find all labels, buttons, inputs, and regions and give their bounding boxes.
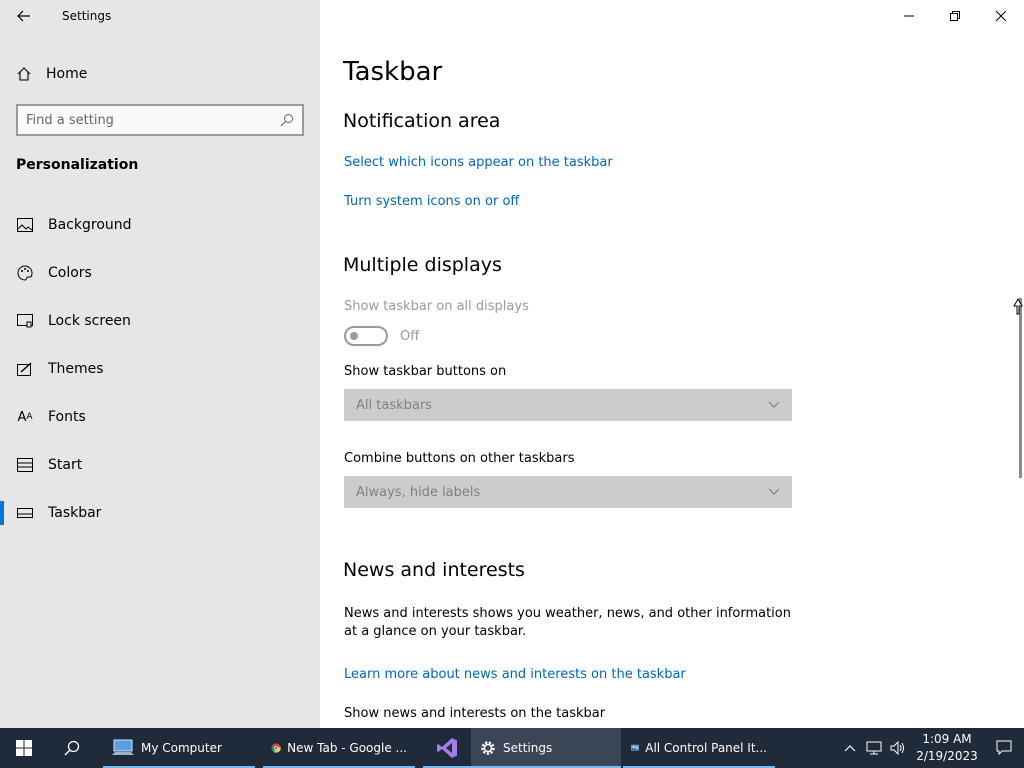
taskbar-clock[interactable]: 1:09 AM 2/19/2023: [910, 731, 984, 765]
taskbar-icon: [16, 504, 34, 522]
learn-more-link[interactable]: Learn more about news and interests on t…: [344, 667, 686, 682]
chevron-down-icon: [768, 401, 780, 408]
notification-area-heading: Notification area: [343, 110, 501, 132]
multiple-displays-heading: Multiple displays: [343, 254, 502, 276]
start-button[interactable]: [0, 728, 48, 768]
sidebar-item-themes[interactable]: Themes: [0, 354, 320, 384]
gear-icon: [481, 741, 495, 755]
scrollbar-thumb[interactable]: [1019, 298, 1022, 478]
network-icon: [866, 741, 882, 755]
volume-button[interactable]: [886, 728, 910, 768]
chevron-up-icon: [844, 745, 856, 752]
close-icon: [996, 11, 1006, 21]
main-content: Taskbar Notification area Select which i…: [320, 0, 1024, 728]
sidebar-item-taskbar[interactable]: Taskbar: [0, 498, 320, 528]
select-icons-link[interactable]: Select which icons appear on the taskbar: [344, 155, 613, 170]
taskbar-app-visual-studio[interactable]: [423, 728, 471, 768]
show-all-displays-label: Show taskbar on all displays: [344, 299, 529, 314]
visual-studio-icon: [437, 738, 457, 758]
search-input[interactable]: [26, 112, 280, 128]
news-description: News and interests shows you weather, ne…: [344, 606, 791, 639]
sidebar-item-fonts[interactable]: AA Fonts: [0, 402, 320, 432]
sidebar-item-label: Lock screen: [48, 313, 131, 329]
home-nav-item[interactable]: Home: [16, 63, 87, 85]
computer-icon: [112, 739, 134, 755]
taskbar-app-label: My Computer: [141, 741, 222, 755]
taskbar-app-label: All Control Panel It...: [645, 741, 767, 755]
sidebar: Settings Home Personalization Background…: [0, 0, 320, 728]
lock-screen-icon: [16, 312, 34, 330]
show-news-label: Show news and interests on the taskbar: [344, 706, 606, 721]
taskbar-app-control-panel[interactable]: All Control Panel It...: [623, 728, 775, 768]
combine-buttons-label: Combine buttons on other taskbars: [344, 451, 575, 466]
speaker-icon: [890, 741, 904, 755]
close-button[interactable]: [978, 0, 1024, 32]
taskbar-app-my-computer[interactable]: My Computer: [103, 728, 255, 768]
system-tray: 1:09 AM 2/19/2023: [838, 728, 1024, 768]
taskbar: My Computer New Tab - Google ... Setting…: [0, 728, 1024, 768]
home-icon: [17, 67, 31, 81]
taskbar-app-label: Settings: [503, 741, 553, 755]
control-panel-icon: [631, 744, 640, 751]
system-icons-link[interactable]: Turn system icons on or off: [344, 194, 519, 209]
show-all-displays-toggle[interactable]: [344, 326, 388, 346]
search-icon: [64, 740, 80, 756]
sidebar-item-label: Colors: [48, 265, 92, 281]
sidebar-item-colors[interactable]: Colors: [0, 258, 320, 288]
toggle-state-label: Off: [400, 329, 420, 344]
page-title: Taskbar: [343, 57, 443, 87]
back-arrow-icon: [17, 10, 30, 22]
themes-icon: [16, 360, 34, 378]
sidebar-item-background[interactable]: Background: [0, 210, 320, 240]
news-interests-heading: News and interests: [343, 559, 525, 581]
taskbar-search-button[interactable]: [48, 728, 96, 768]
sidebar-item-label: Start: [48, 457, 83, 473]
fonts-icon: AA: [17, 409, 33, 425]
restore-icon: [950, 11, 960, 21]
show-hidden-icons-button[interactable]: [838, 728, 862, 768]
section-label: Personalization: [16, 157, 139, 173]
sidebar-item-label: Themes: [48, 361, 104, 377]
combine-buttons-dropdown[interactable]: Always, hide labels: [344, 476, 792, 508]
restore-button[interactable]: [932, 0, 978, 32]
app-title: Settings: [62, 9, 112, 23]
action-center-button[interactable]: [984, 728, 1024, 768]
image-icon: [16, 216, 34, 234]
clock-date: 2/19/2023: [916, 749, 978, 763]
taskbar-app-settings[interactable]: Settings: [471, 728, 621, 768]
windows-logo-icon: [16, 740, 32, 756]
network-button[interactable]: [862, 728, 886, 768]
sidebar-item-start[interactable]: Start: [0, 450, 320, 480]
sidebar-item-label: Background: [48, 217, 132, 233]
taskbar-app-chrome[interactable]: New Tab - Google ...: [263, 728, 415, 768]
clock-time: 1:09 AM: [922, 732, 972, 746]
sidebar-item-lock-screen[interactable]: Lock screen: [0, 306, 320, 336]
chrome-icon: [271, 743, 281, 753]
home-label: Home: [46, 66, 88, 82]
start-icon: [16, 456, 34, 474]
buttons-on-dropdown[interactable]: All taskbars: [344, 389, 792, 421]
minimize-button[interactable]: [886, 0, 932, 32]
sidebar-item-label: Fonts: [48, 409, 86, 425]
mouse-cursor-icon: [1013, 298, 1023, 315]
window-controls: [886, 0, 1024, 32]
chevron-down-icon: [768, 488, 780, 495]
dropdown-value: All taskbars: [356, 397, 432, 413]
taskbar-app-label: New Tab - Google ...: [287, 741, 407, 755]
minimize-icon: [904, 15, 914, 17]
search-box[interactable]: [16, 104, 304, 136]
back-button[interactable]: [14, 6, 34, 26]
search-icon[interactable]: [280, 113, 294, 127]
palette-icon: [16, 264, 34, 282]
sidebar-item-label: Taskbar: [48, 505, 102, 521]
buttons-on-label: Show taskbar buttons on: [344, 364, 507, 379]
dropdown-value: Always, hide labels: [356, 484, 481, 500]
toggle-knob: [350, 332, 358, 340]
notification-icon: [996, 740, 1012, 756]
